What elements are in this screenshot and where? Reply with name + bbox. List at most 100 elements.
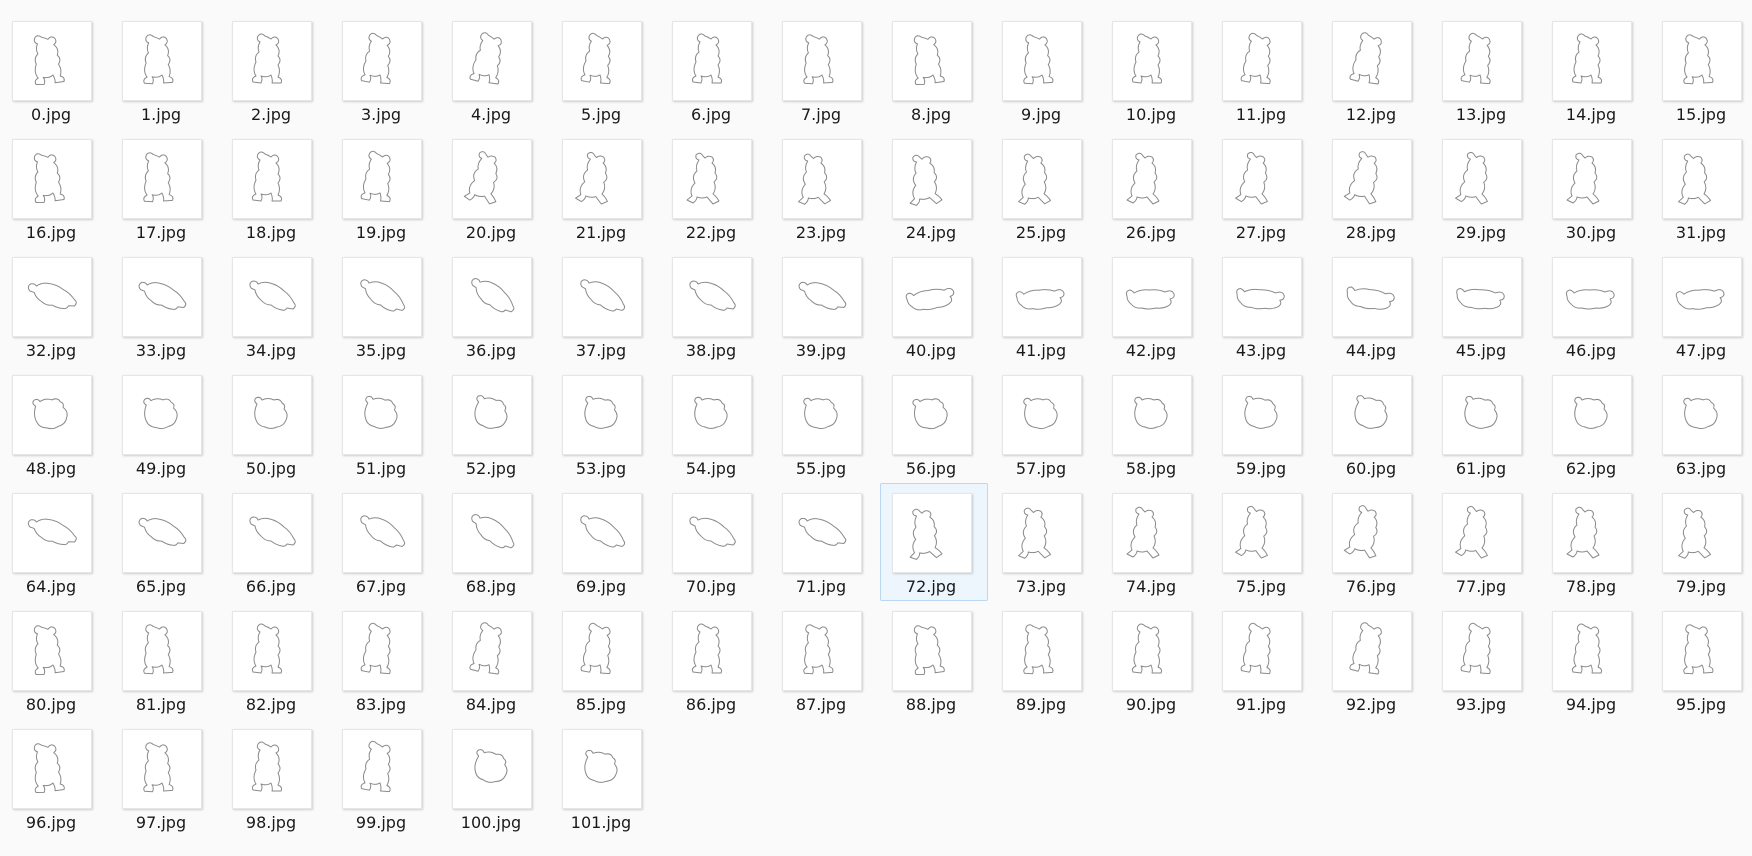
file-item[interactable]: 77.jpg — [1430, 483, 1538, 601]
file-item[interactable]: 22.jpg — [660, 129, 768, 247]
file-item[interactable]: 26.jpg — [1100, 129, 1208, 247]
file-item[interactable]: 11.jpg — [1210, 11, 1318, 129]
file-item[interactable]: 24.jpg — [880, 129, 988, 247]
file-item[interactable]: 62.jpg — [1540, 365, 1648, 483]
file-item[interactable]: 37.jpg — [550, 247, 658, 365]
file-item[interactable]: 36.jpg — [440, 247, 548, 365]
file-item[interactable]: 15.jpg — [1650, 11, 1752, 129]
file-item[interactable]: 92.jpg — [1320, 601, 1428, 719]
file-item[interactable]: 19.jpg — [330, 129, 438, 247]
file-item[interactable]: 17.jpg — [110, 129, 218, 247]
file-item[interactable]: 101.jpg — [550, 719, 658, 837]
file-item[interactable]: 21.jpg — [550, 129, 658, 247]
file-item[interactable]: 69.jpg — [550, 483, 658, 601]
file-item[interactable]: 59.jpg — [1210, 365, 1318, 483]
file-item[interactable]: 35.jpg — [330, 247, 438, 365]
file-item[interactable]: 50.jpg — [220, 365, 328, 483]
file-item[interactable]: 3.jpg — [330, 11, 438, 129]
file-item[interactable]: 42.jpg — [1100, 247, 1208, 365]
file-item[interactable]: 85.jpg — [550, 601, 658, 719]
file-item[interactable]: 63.jpg — [1650, 365, 1752, 483]
file-item[interactable]: 51.jpg — [330, 365, 438, 483]
file-item[interactable]: 57.jpg — [990, 365, 1098, 483]
file-item[interactable]: 61.jpg — [1430, 365, 1538, 483]
file-item[interactable]: 74.jpg — [1100, 483, 1208, 601]
file-item[interactable]: 14.jpg — [1540, 11, 1648, 129]
file-item[interactable]: 70.jpg — [660, 483, 768, 601]
file-item[interactable]: 99.jpg — [330, 719, 438, 837]
file-item[interactable]: 44.jpg — [1320, 247, 1428, 365]
file-item[interactable]: 87.jpg — [770, 601, 878, 719]
file-item[interactable]: 84.jpg — [440, 601, 548, 719]
file-item[interactable]: 29.jpg — [1430, 129, 1538, 247]
file-item[interactable]: 38.jpg — [660, 247, 768, 365]
file-item[interactable]: 67.jpg — [330, 483, 438, 601]
file-item[interactable]: 56.jpg — [880, 365, 988, 483]
file-item[interactable]: 96.jpg — [0, 719, 108, 837]
file-item[interactable]: 16.jpg — [0, 129, 108, 247]
file-item[interactable]: 82.jpg — [220, 601, 328, 719]
file-item[interactable]: 8.jpg — [880, 11, 988, 129]
file-item[interactable]: 4.jpg — [440, 11, 548, 129]
file-item[interactable]: 73.jpg — [990, 483, 1098, 601]
file-item[interactable]: 72.jpg — [880, 483, 988, 601]
file-item[interactable]: 78.jpg — [1540, 483, 1648, 601]
file-item[interactable]: 86.jpg — [660, 601, 768, 719]
file-item[interactable]: 7.jpg — [770, 11, 878, 129]
file-item[interactable]: 76.jpg — [1320, 483, 1428, 601]
file-item[interactable]: 88.jpg — [880, 601, 988, 719]
file-item[interactable]: 64.jpg — [0, 483, 108, 601]
file-item[interactable]: 34.jpg — [220, 247, 328, 365]
file-item[interactable]: 75.jpg — [1210, 483, 1318, 601]
file-item[interactable]: 2.jpg — [220, 11, 328, 129]
file-item[interactable]: 40.jpg — [880, 247, 988, 365]
file-item[interactable]: 48.jpg — [0, 365, 108, 483]
file-item[interactable]: 90.jpg — [1100, 601, 1208, 719]
file-item[interactable]: 97.jpg — [110, 719, 218, 837]
file-item[interactable]: 33.jpg — [110, 247, 218, 365]
file-item[interactable]: 6.jpg — [660, 11, 768, 129]
file-item[interactable]: 47.jpg — [1650, 247, 1752, 365]
file-item[interactable]: 81.jpg — [110, 601, 218, 719]
file-item[interactable]: 12.jpg — [1320, 11, 1428, 129]
file-item[interactable]: 71.jpg — [770, 483, 878, 601]
file-item[interactable]: 10.jpg — [1100, 11, 1208, 129]
file-item[interactable]: 89.jpg — [990, 601, 1098, 719]
file-item[interactable]: 30.jpg — [1540, 129, 1648, 247]
file-item[interactable]: 1.jpg — [110, 11, 218, 129]
file-item[interactable]: 49.jpg — [110, 365, 218, 483]
file-item[interactable]: 32.jpg — [0, 247, 108, 365]
file-item[interactable]: 20.jpg — [440, 129, 548, 247]
file-item[interactable]: 80.jpg — [0, 601, 108, 719]
file-item[interactable]: 68.jpg — [440, 483, 548, 601]
file-item[interactable]: 27.jpg — [1210, 129, 1318, 247]
file-item[interactable]: 98.jpg — [220, 719, 328, 837]
file-item[interactable]: 41.jpg — [990, 247, 1098, 365]
file-item[interactable]: 100.jpg — [440, 719, 548, 837]
file-item[interactable]: 83.jpg — [330, 601, 438, 719]
file-item[interactable]: 5.jpg — [550, 11, 658, 129]
file-item[interactable]: 25.jpg — [990, 129, 1098, 247]
file-item[interactable]: 0.jpg — [0, 11, 108, 129]
file-item[interactable]: 43.jpg — [1210, 247, 1318, 365]
file-item[interactable]: 53.jpg — [550, 365, 658, 483]
file-item[interactable]: 95.jpg — [1650, 601, 1752, 719]
file-item[interactable]: 60.jpg — [1320, 365, 1428, 483]
file-item[interactable]: 93.jpg — [1430, 601, 1538, 719]
file-item[interactable]: 65.jpg — [110, 483, 218, 601]
file-item[interactable]: 79.jpg — [1650, 483, 1752, 601]
file-item[interactable]: 94.jpg — [1540, 601, 1648, 719]
file-item[interactable]: 91.jpg — [1210, 601, 1318, 719]
file-item[interactable]: 55.jpg — [770, 365, 878, 483]
file-item[interactable]: 39.jpg — [770, 247, 878, 365]
file-item[interactable]: 54.jpg — [660, 365, 768, 483]
file-item[interactable]: 28.jpg — [1320, 129, 1428, 247]
file-item[interactable]: 31.jpg — [1650, 129, 1752, 247]
file-item[interactable]: 23.jpg — [770, 129, 878, 247]
file-item[interactable]: 45.jpg — [1430, 247, 1538, 365]
file-item[interactable]: 9.jpg — [990, 11, 1098, 129]
file-item[interactable]: 18.jpg — [220, 129, 328, 247]
file-item[interactable]: 52.jpg — [440, 365, 548, 483]
file-item[interactable]: 46.jpg — [1540, 247, 1648, 365]
file-item[interactable]: 13.jpg — [1430, 11, 1538, 129]
